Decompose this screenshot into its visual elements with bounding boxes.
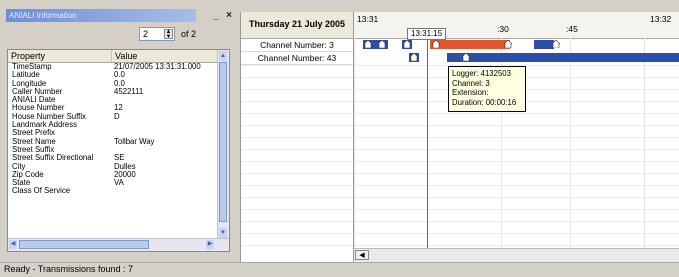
channel-column: Thursday 21 July 2005 Channel Number: 3 … <box>240 12 353 262</box>
scroll-left-icon[interactable]: ◀ <box>355 250 369 260</box>
row-line <box>241 161 353 162</box>
page-number-stepper[interactable]: 2 ▲ ▼ <box>139 27 175 41</box>
tick-label-30: :30 <box>497 24 509 34</box>
close-button[interactable]: × <box>224 9 234 22</box>
property-value: 21/07/2005 13:31:31.000 <box>114 62 201 71</box>
row-line <box>241 125 353 126</box>
grid-line <box>644 38 645 252</box>
scroll-up-icon[interactable]: ▲ <box>219 51 227 61</box>
row-line <box>241 209 353 210</box>
scroll-right-icon[interactable]: ▶ <box>206 240 214 249</box>
property-value: 4522111 <box>114 86 144 96</box>
grid-line <box>570 38 571 252</box>
status-bar: Ready - Transmissions found : 7 <box>0 262 679 277</box>
timeline-scrollbar[interactable]: ◀ <box>354 248 679 262</box>
table-body: TimeStamp 21/07/2005 13:31:31.000 Latitude… <box>8 62 218 196</box>
minimize-button[interactable]: _ <box>211 9 221 22</box>
page-number-value: 2 <box>143 29 149 39</box>
property-table: Property Value TimeStamp 21/07/2005 13:31… <box>7 49 230 252</box>
row-line <box>241 173 353 174</box>
scrollbar-thumb[interactable] <box>19 240 149 249</box>
tooltip-duration: Duration: 00:00:16 <box>452 97 517 107</box>
row-line <box>241 113 353 114</box>
property-name: Class Of Service <box>12 186 71 196</box>
cursor-time-label: 13:31:15 <box>407 28 447 40</box>
property-value: Tollbar Way <box>114 136 155 146</box>
row-line <box>354 185 679 186</box>
house-icon[interactable] <box>363 39 373 50</box>
tooltip-extension: Extension: <box>452 88 489 97</box>
house-icon[interactable] <box>503 39 513 50</box>
row-line <box>354 161 679 162</box>
house-icon[interactable] <box>461 52 471 63</box>
timeline-view[interactable]: 13:31 :30 :45 13:32 13:31:15 Logger: 413… <box>353 12 679 262</box>
row-line <box>241 233 353 234</box>
row-line <box>241 77 353 78</box>
spin-arrows-icon[interactable]: ▲ ▼ <box>164 29 173 40</box>
house-icon[interactable] <box>402 39 412 50</box>
status-text: Ready - Transmissions found : 7 <box>4 264 134 274</box>
column-header-value[interactable]: Value <box>112 50 218 62</box>
row-line <box>241 185 353 186</box>
transmission-segment[interactable] <box>447 53 679 62</box>
column-header-property[interactable]: Property <box>8 50 112 62</box>
row-line <box>354 125 679 126</box>
house-icon[interactable] <box>551 39 561 50</box>
transmission-segment[interactable] <box>534 40 554 49</box>
vertical-scrollbar[interactable]: ▲ ▼ <box>217 50 229 240</box>
page-total-label: of 2 <box>181 29 197 39</box>
row-line <box>241 137 353 138</box>
tick-label-1332: 13:32 <box>650 14 672 24</box>
channel-label-3[interactable]: Channel Number: 3 <box>241 39 353 52</box>
panel-titlebar: ANIALI Information _ × <box>4 9 236 24</box>
row-line <box>354 149 679 150</box>
house-icon[interactable] <box>431 39 441 50</box>
row-line <box>354 209 679 210</box>
property-value: D <box>114 111 120 121</box>
time-cursor[interactable] <box>427 32 428 254</box>
tick-label-45: :45 <box>566 24 578 34</box>
row-line <box>354 221 679 222</box>
row-line <box>354 173 679 174</box>
row-line <box>354 245 679 246</box>
row-line <box>354 137 679 138</box>
tick-label-1331: 13:31 <box>357 14 379 24</box>
row-line <box>241 245 353 246</box>
table-row[interactable]: Street Suffix Directional SE <box>8 153 218 162</box>
row-line <box>241 65 353 66</box>
house-icon[interactable] <box>377 39 387 50</box>
row-line <box>354 197 679 198</box>
horizontal-scrollbar[interactable]: ◀ ▶ <box>8 238 229 251</box>
transmission-tooltip: Logger: 4132503 Channel: 3 Extension: Du… <box>448 66 526 112</box>
row-line <box>241 221 353 222</box>
date-header: Thursday 21 July 2005 <box>241 12 353 39</box>
grid-line <box>354 38 355 252</box>
house-icon[interactable] <box>409 52 419 63</box>
scroll-down-icon[interactable]: ▼ <box>219 228 227 238</box>
row-line <box>241 89 353 90</box>
row-line <box>354 233 679 234</box>
row-line <box>241 197 353 198</box>
tooltip-channel: Channel: 3 <box>452 78 490 88</box>
time-ruler: 13:31 :30 :45 13:32 <box>354 12 679 39</box>
panel-title: ANIALI Information <box>6 9 196 22</box>
row-line <box>241 101 353 102</box>
tooltip-logger: Logger: 4132503 <box>452 69 511 78</box>
row-line <box>354 113 679 114</box>
table-row[interactable]: Class Of Service <box>8 186 218 196</box>
scroll-left-icon[interactable]: ◀ <box>9 240 17 249</box>
row-line <box>241 149 353 150</box>
transmission-segment-selected[interactable] <box>430 40 510 49</box>
aniali-panel: ANIALI Information _ × 2 ▲ ▼ of 2 Propert… <box>0 0 238 262</box>
property-value: VA <box>114 178 124 188</box>
table-row[interactable]: Zip Code 20000 <box>8 170 218 179</box>
scrollbar-thumb[interactable] <box>219 62 227 222</box>
channel-label-43[interactable]: Channel Number: 43 <box>241 52 353 65</box>
